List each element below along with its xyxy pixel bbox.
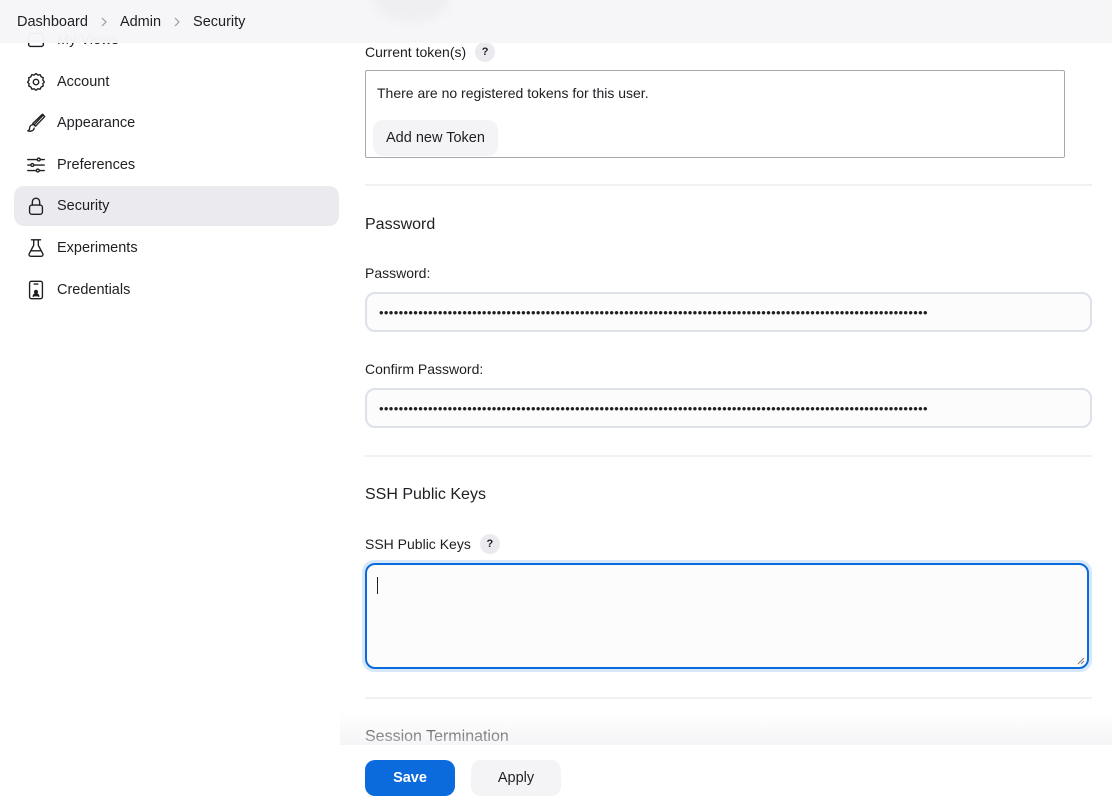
ssh-help-button[interactable]: ? [479,534,500,554]
section-divider [365,455,1092,457]
confirm-password-value: ••••••••••••••••••••••••••••••••••••••••… [379,400,928,416]
sidebar-item-label: Credentials [57,281,131,298]
sidebar-item-label: Preferences [57,156,136,173]
sidebar-item-credentials[interactable]: Credentials [14,270,339,310]
flask-icon [25,237,47,259]
password-input[interactable]: ••••••••••••••••••••••••••••••••••••••••… [365,292,1092,332]
password-label: Password: [365,265,431,281]
ssh-keys-label: SSH Public Keys ? [365,534,500,554]
password-value: ••••••••••••••••••••••••••••••••••••••••… [379,304,928,320]
chevron-right-icon [88,17,120,27]
id-badge-icon [25,279,47,301]
breadcrumb-admin[interactable]: Admin [120,14,161,30]
password-section-title: Password [365,216,436,233]
sidebar-item-label: Security [57,198,110,215]
resize-handle-icon[interactable] [1077,657,1085,665]
sidebar-item-experiments[interactable]: Experiments [14,228,339,268]
confirm-password-input[interactable]: ••••••••••••••••••••••••••••••••••••••••… [365,388,1092,428]
tokens-label-text: Current token(s) [365,44,467,60]
sidebar-item-preferences[interactable]: Preferences [14,145,339,185]
text-caret [377,577,378,594]
section-divider [365,697,1092,699]
breadcrumb-security[interactable]: Security [193,14,245,30]
bottom-bar-shadow [340,712,1112,746]
chevron-right-icon [161,17,193,27]
ssh-focus-ring [362,560,1092,672]
tokens-help-button[interactable]: ? [475,42,496,62]
sliders-icon [25,154,47,176]
lock-icon [25,195,47,217]
sidebar-item-appearance[interactable]: Appearance [14,103,339,143]
sidebar-item-security[interactable]: Security [14,186,339,227]
tokens-empty-message: There are no registered tokens for this … [377,85,649,101]
sidebar-item-account[interactable]: Account [14,62,339,102]
ssh-section-title: SSH Public Keys [365,486,486,503]
add-new-token-button[interactable]: Add new Token [373,120,498,156]
sidebar-item-label: Experiments [57,239,138,256]
apply-button[interactable]: Apply [471,760,561,796]
ssh-keys-label-text: SSH Public Keys [365,536,471,552]
paintbrush-icon [25,112,47,134]
sidebar-item-label: Account [57,73,110,90]
tokens-label: Current token(s) ? [365,42,496,62]
sidebar: My Views Account Appearance Preferences … [14,20,339,311]
breadcrumb-dashboard[interactable]: Dashboard [17,14,88,30]
ssh-keys-textarea[interactable] [365,563,1089,669]
gear-icon [25,71,47,93]
sidebar-item-label: Appearance [57,115,136,132]
breadcrumb-bar: Dashboard Admin Security [0,0,1112,43]
tokens-box: There are no registered tokens for this … [365,70,1065,158]
form-actions-bar: Save Apply [340,745,1112,808]
section-divider [365,184,1092,186]
confirm-password-label: Confirm Password: [365,361,484,377]
decorative-blob [372,0,450,22]
save-button[interactable]: Save [365,760,455,796]
